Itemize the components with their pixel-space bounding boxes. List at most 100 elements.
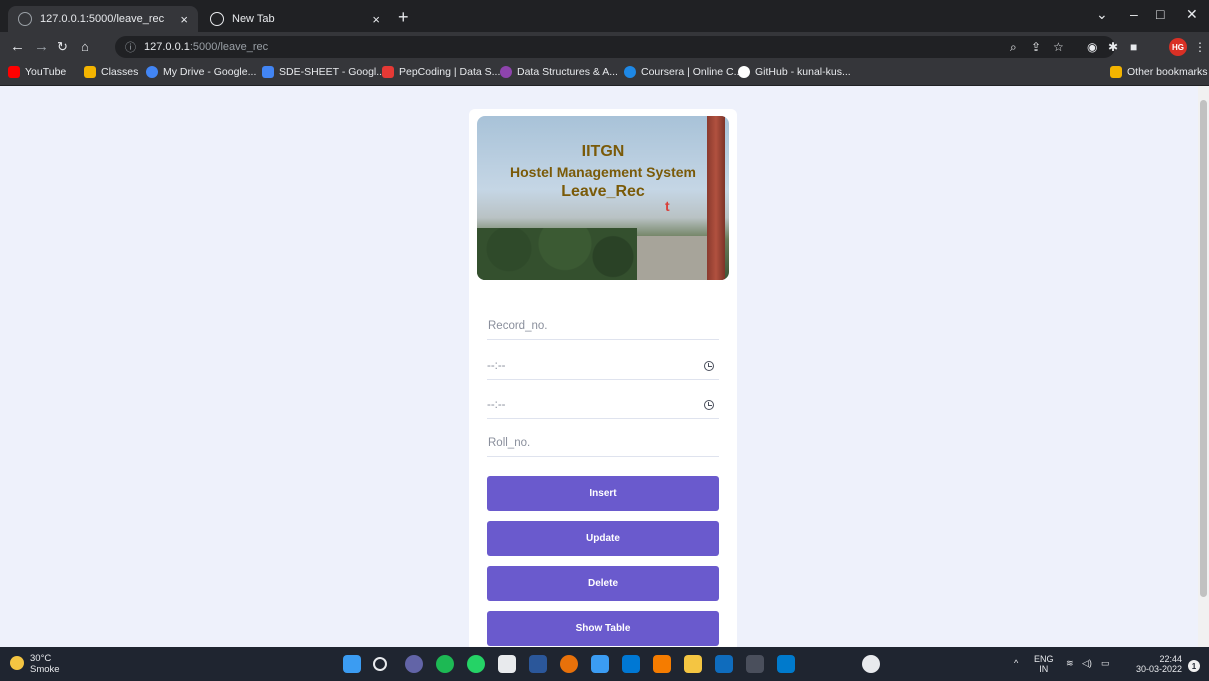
record-no-input[interactable]	[487, 312, 719, 340]
bookmark-label: PepCoding | Data S...	[399, 66, 501, 78]
language-indicator[interactable]: ENG IN	[1034, 654, 1054, 674]
bookmark-coursera[interactable]: Coursera | Online C...	[624, 66, 742, 78]
google-icon	[146, 66, 158, 78]
delete-button[interactable]: Delete	[487, 566, 719, 601]
banner-title: IITGN	[581, 143, 625, 160]
share-icon[interactable]: ⇪	[1031, 40, 1041, 54]
pepcoding-icon	[382, 66, 394, 78]
whatsapp-icon[interactable]	[467, 655, 485, 673]
desktop-icon[interactable]	[591, 655, 609, 673]
puzzle-icon[interactable]: ✱	[1108, 40, 1118, 54]
wifi-icon[interactable]: ≋	[1066, 658, 1074, 668]
classroom-icon	[84, 66, 96, 78]
volume-icon[interactable]: ◁)	[1082, 658, 1092, 668]
chrome-taskbar-icon[interactable]	[560, 655, 578, 673]
tab-leave-rec[interactable]: 127.0.0.1:5000/leave_rec ×	[8, 6, 198, 32]
roll-no-input[interactable]	[487, 429, 719, 457]
youtube-icon	[8, 66, 20, 78]
close-window-button[interactable]: ✕	[1186, 6, 1198, 23]
back-icon[interactable]: ←	[10, 38, 25, 56]
bookmark-label: Coursera | Online C...	[641, 66, 743, 78]
address-bar[interactable]: ⓘ 127.0.0.1:5000/leave_rec	[115, 36, 1115, 58]
bookmark-data-structures[interactable]: Data Structures & A...	[500, 66, 618, 78]
chrome-profile-icon[interactable]	[862, 655, 880, 673]
bookmark-star-icon[interactable]: ☆	[1053, 40, 1064, 54]
vlc-icon[interactable]	[653, 655, 671, 673]
clock-icon[interactable]	[704, 360, 714, 371]
bookmark-label: Data Structures & A...	[517, 66, 618, 78]
bookmark-pepcoding[interactable]: PepCoding | Data S...	[382, 66, 500, 78]
show-table-button[interactable]: Show Table	[487, 611, 719, 646]
close-tab-icon[interactable]: ×	[372, 12, 380, 27]
clock-widget[interactable]: 22:44 30-03-2022	[1128, 654, 1182, 674]
banner-stray-letter: t	[665, 198, 670, 214]
update-button[interactable]: Update	[487, 521, 719, 556]
file-explorer-icon[interactable]	[684, 655, 702, 673]
bookmark-youtube[interactable]: YouTube	[8, 66, 66, 78]
clock-time: 22:44	[1159, 654, 1182, 664]
time-input-2[interactable]: --:--	[487, 391, 719, 419]
word-icon[interactable]	[529, 655, 547, 673]
spotify-icon[interactable]	[436, 655, 454, 673]
chat-icon[interactable]	[405, 655, 423, 673]
new-tab-button[interactable]: +	[398, 6, 409, 28]
tray-chevron-icon[interactable]: ^	[1014, 658, 1018, 668]
page-viewport: IITGN Hostel Management System Leave_Rec…	[0, 86, 1198, 647]
tab-title: 127.0.0.1:5000/leave_rec	[40, 13, 165, 25]
start-icon[interactable]	[343, 655, 361, 673]
maximize-button[interactable]: □	[1156, 6, 1164, 22]
clock-icon[interactable]	[704, 399, 714, 410]
bookmark-classes[interactable]: Classes	[84, 66, 138, 78]
weather-moon-icon[interactable]	[10, 656, 24, 670]
menu-icon[interactable]: ⋮	[1194, 40, 1206, 54]
scrollbar-thumb[interactable]	[1200, 100, 1207, 597]
info-icon[interactable]: ⓘ	[125, 39, 136, 55]
forward-icon[interactable]: →	[34, 38, 49, 56]
vscode-icon[interactable]	[777, 655, 795, 673]
clock-date: 30-03-2022	[1135, 664, 1182, 674]
tab-new-tab[interactable]: New Tab ×	[200, 6, 390, 32]
bookmark-label: SDE-SHEET - Googl...	[279, 66, 386, 78]
globe-icon	[18, 12, 32, 26]
browser-tab-strip: 127.0.0.1:5000/leave_rec × New Tab × + ⌄…	[0, 0, 1209, 32]
trees-shape	[477, 228, 637, 280]
extension-icon[interactable]: ◉	[1087, 40, 1097, 54]
store-icon[interactable]	[715, 655, 733, 673]
home-icon[interactable]: ⌂	[81, 38, 89, 56]
bookmark-my-drive[interactable]: My Drive - Google...	[146, 66, 256, 78]
course-icon	[500, 66, 512, 78]
minimize-button[interactable]: –	[1130, 6, 1138, 22]
address-path: :5000/leave_rec	[189, 41, 269, 53]
bookmark-label: Other bookmarks	[1127, 66, 1208, 78]
bookmark-github[interactable]: GitHub - kunal-kus...	[738, 66, 851, 78]
terminal-icon[interactable]	[746, 655, 764, 673]
side-panel-icon[interactable]: ■	[1130, 40, 1137, 54]
battery-icon[interactable]: ▭	[1101, 658, 1110, 668]
close-tab-icon[interactable]: ×	[180, 12, 188, 27]
reload-icon[interactable]: ↻	[57, 38, 68, 56]
bookmark-label: Classes	[101, 66, 139, 78]
insert-button[interactable]: Insert	[487, 476, 719, 511]
tab-search-icon[interactable]: ⌄	[1096, 6, 1108, 23]
search-icon[interactable]	[373, 657, 387, 671]
notification-badge[interactable]: 1	[1188, 660, 1200, 672]
time-value: --:--	[487, 359, 506, 372]
mail-icon[interactable]	[622, 655, 640, 673]
zoom-icon[interactable]: ⌕	[1010, 40, 1017, 55]
banner-text: IITGN Hostel Management System Leave_Rec	[477, 142, 729, 202]
page-scrollbar[interactable]	[1198, 86, 1209, 647]
address-host: 127.0.0.1	[144, 41, 190, 53]
bookmark-label: My Drive - Google...	[163, 66, 257, 78]
weather-widget[interactable]: 30°C Smoke	[30, 653, 60, 675]
calculator-icon[interactable]	[498, 655, 516, 673]
other-bookmarks[interactable]: Other bookmarks	[1110, 66, 1208, 78]
bookmark-sde-sheet[interactable]: SDE-SHEET - Googl...	[262, 66, 385, 78]
form-card: IITGN Hostel Management System Leave_Rec…	[469, 109, 737, 647]
time-input-1[interactable]: --:--	[487, 352, 719, 380]
bookmark-label: GitHub - kunal-kus...	[755, 66, 851, 78]
github-icon	[738, 66, 750, 78]
header-banner: IITGN Hostel Management System Leave_Rec…	[477, 116, 729, 280]
profile-avatar[interactable]: HG	[1169, 38, 1187, 56]
time-value: --:--	[487, 398, 506, 411]
weather-temperature: 30°C	[30, 653, 52, 664]
